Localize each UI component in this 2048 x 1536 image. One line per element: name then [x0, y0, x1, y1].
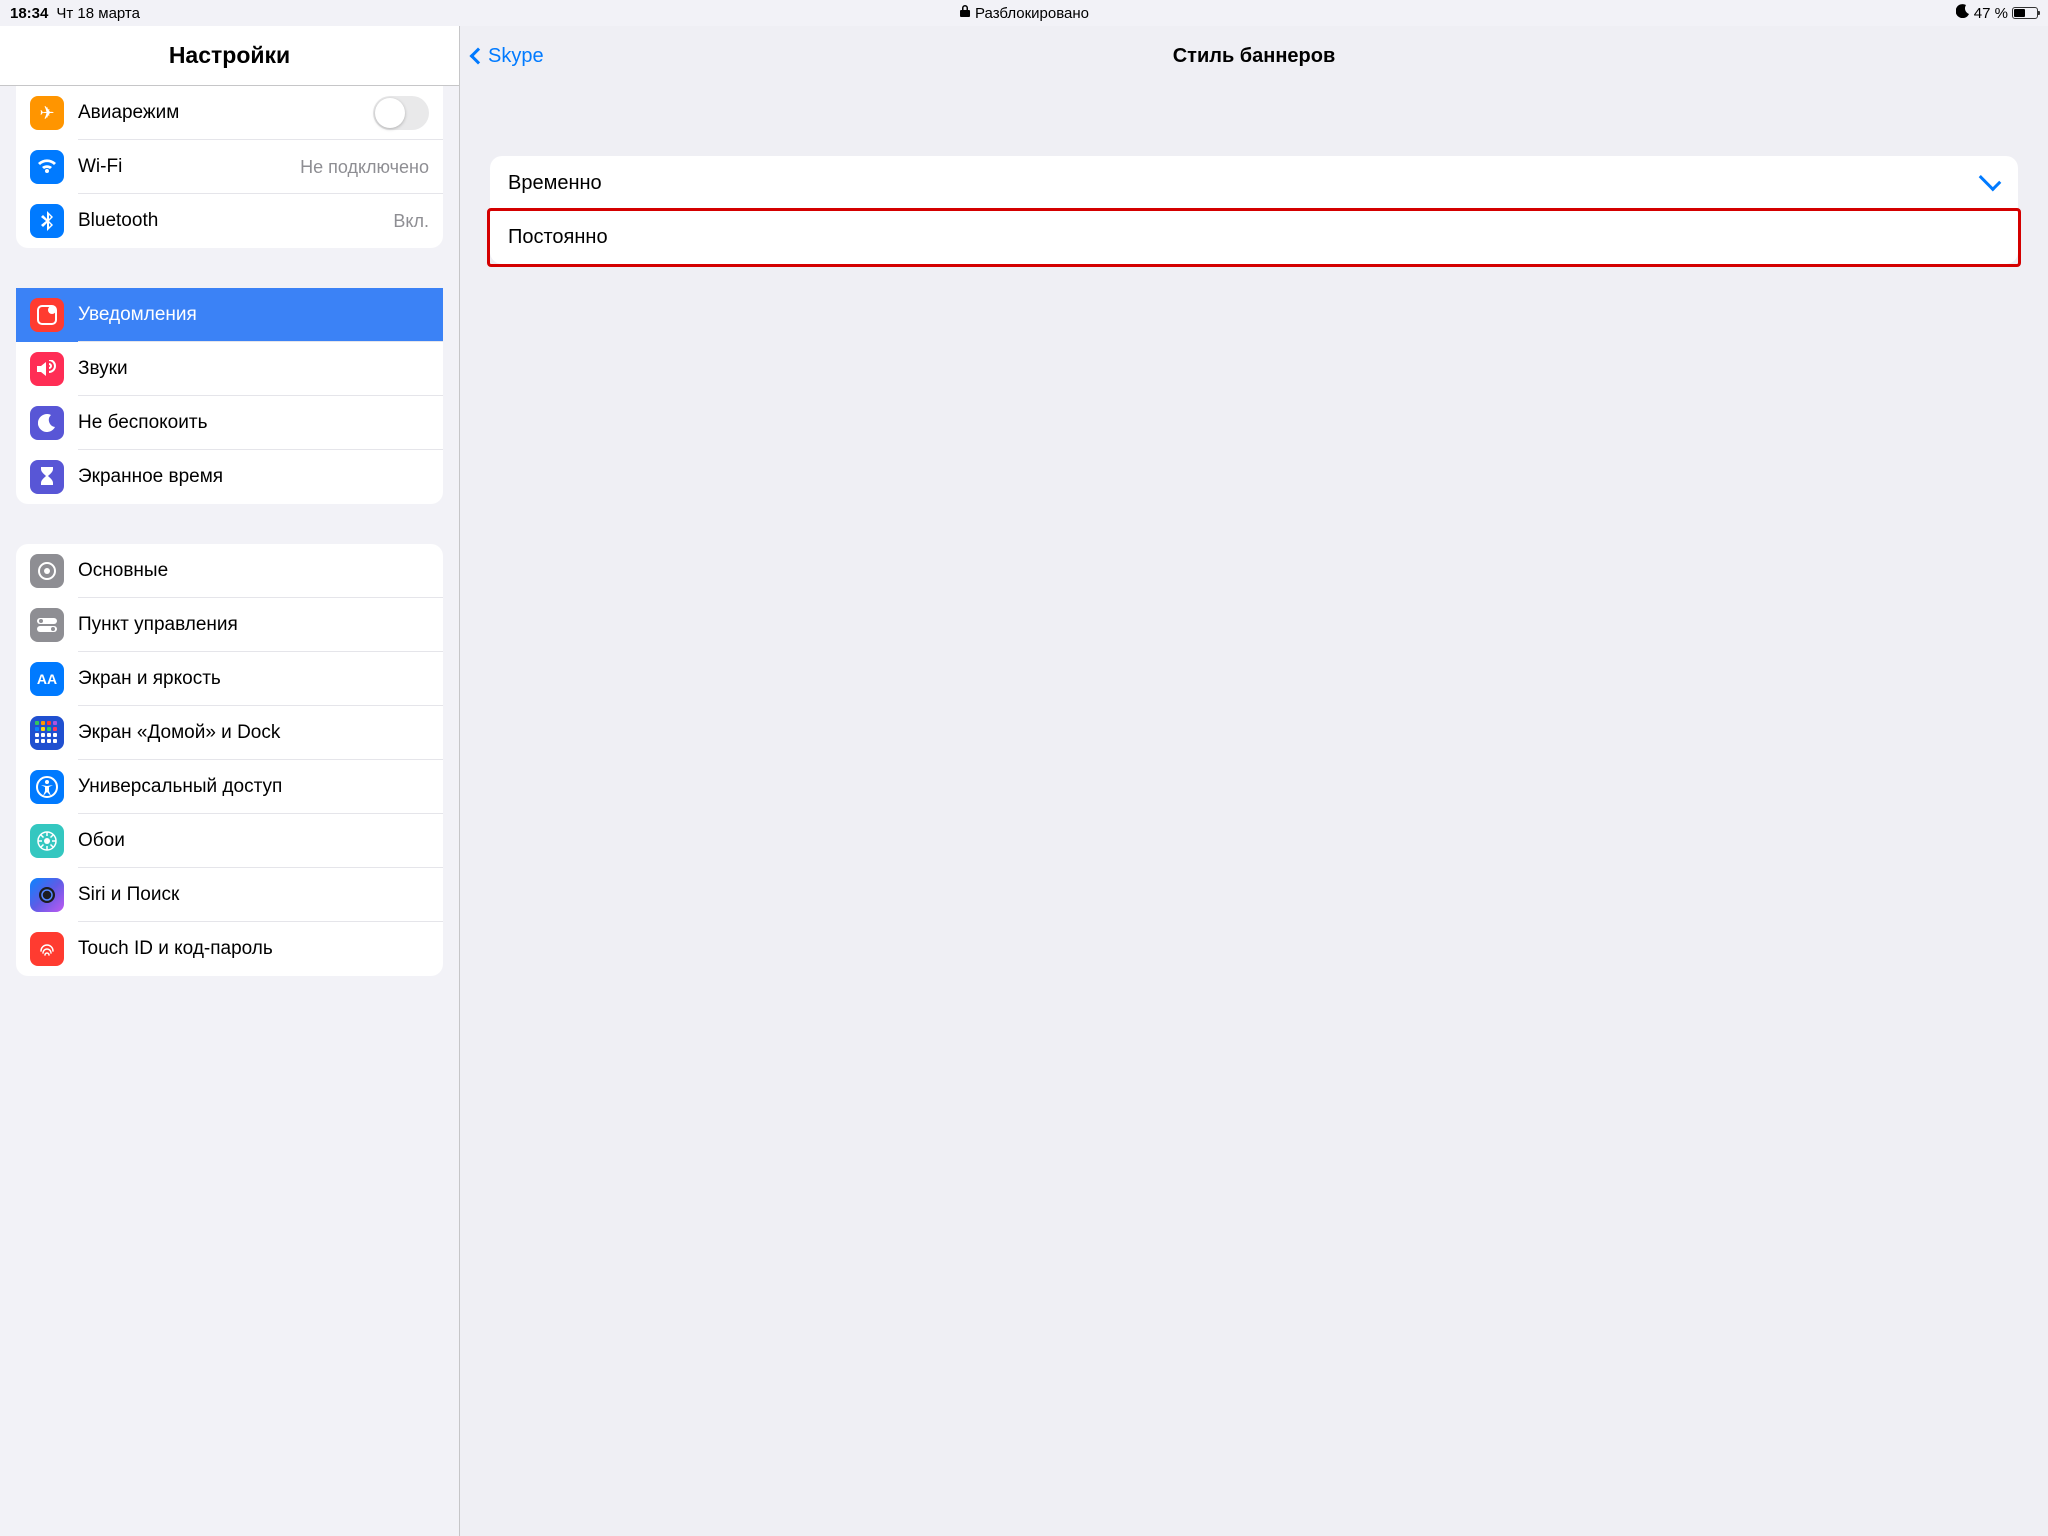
fingerprint-icon [30, 932, 64, 966]
lock-icon [959, 4, 971, 22]
moon-icon [30, 406, 64, 440]
row-label: Не беспокоить [78, 412, 429, 434]
row-home[interactable]: Экран «Домой» и Dock [16, 706, 443, 760]
status-bar: 18:34 Чт 18 марта Разблокировано 47 % [0, 0, 2048, 26]
siri-icon [30, 878, 64, 912]
status-battery-pct: 47 % [1974, 5, 2008, 22]
gear-icon [30, 554, 64, 588]
wallpaper-icon [30, 824, 64, 858]
row-notifications[interactable]: Уведомления [16, 288, 443, 342]
row-airplane[interactable]: ✈ Авиарежим [16, 86, 443, 140]
row-label: Универсальный доступ [78, 776, 429, 798]
row-siri[interactable]: Siri и Поиск [16, 868, 443, 922]
notifications-icon [30, 298, 64, 332]
row-screentime[interactable]: Экранное время [16, 450, 443, 504]
text-size-icon: AA [30, 662, 64, 696]
row-detail: Не подключено [300, 157, 429, 178]
row-label: Touch ID и код-пароль [78, 938, 429, 960]
row-label: Основные [78, 560, 429, 582]
row-wallpaper[interactable]: Обои [16, 814, 443, 868]
bluetooth-icon [30, 204, 64, 238]
row-bluetooth[interactable]: Bluetooth Вкл. [16, 194, 443, 248]
accessibility-icon [30, 770, 64, 804]
airplane-icon: ✈ [30, 96, 64, 130]
home-grid-icon [30, 716, 64, 750]
option-label: Постоянно [508, 226, 2000, 249]
row-display[interactable]: AA Экран и яркость [16, 652, 443, 706]
row-label: Уведомления [78, 304, 429, 326]
row-label: Экранное время [78, 466, 429, 488]
hourglass-icon [30, 460, 64, 494]
banner-style-options: Временно Постоянно [490, 156, 2018, 264]
back-button[interactable]: Skype [472, 45, 544, 68]
option-label: Временно [508, 172, 1980, 195]
row-wifi[interactable]: Wi-Fi Не подключено [16, 140, 443, 194]
option-persistent[interactable]: Постоянно [490, 210, 2018, 264]
row-touchid[interactable]: Touch ID и код-пароль [16, 922, 443, 976]
detail-pane: Skype Стиль баннеров Временно Постоянно [460, 26, 2048, 1536]
row-detail: Вкл. [393, 211, 429, 232]
row-label: Экран и яркость [78, 668, 429, 690]
settings-group-connectivity: ✈ Авиарежим Wi-Fi Не подключено Bluetoot… [16, 86, 443, 248]
row-dnd[interactable]: Не беспокоить [16, 396, 443, 450]
detail-title: Стиль баннеров [1173, 45, 1336, 68]
row-accessibility[interactable]: Универсальный доступ [16, 760, 443, 814]
row-controlcenter[interactable]: Пункт управления [16, 598, 443, 652]
back-label: Skype [488, 45, 544, 68]
row-label: Авиарежим [78, 102, 373, 124]
settings-group-general: Основные Пункт управления AA Экран и ярк… [16, 544, 443, 976]
row-label: Bluetooth [78, 210, 393, 232]
chevron-left-icon [470, 48, 487, 65]
detail-navbar: Skype Стиль баннеров [460, 26, 2048, 86]
airplane-toggle[interactable] [373, 96, 429, 130]
row-label: Звуки [78, 358, 429, 380]
battery-icon [2012, 7, 2038, 19]
sounds-icon [30, 352, 64, 386]
toggles-icon [30, 608, 64, 642]
status-lock-label: Разблокировано [975, 5, 1089, 22]
settings-sidebar: Настройки ✈ Авиарежим Wi-Fi Не подключен… [0, 26, 460, 1536]
row-sounds[interactable]: Звуки [16, 342, 443, 396]
row-label: Экран «Домой» и Dock [78, 722, 429, 744]
wifi-icon [30, 150, 64, 184]
moon-icon [1956, 4, 1970, 22]
row-label: Обои [78, 830, 429, 852]
row-label: Wi-Fi [78, 156, 300, 178]
status-date: Чт 18 марта [56, 5, 140, 22]
option-temporary[interactable]: Временно [490, 156, 2018, 210]
checkmark-icon [1979, 169, 2002, 192]
row-label: Пункт управления [78, 614, 429, 636]
settings-title: Настройки [0, 26, 459, 86]
settings-group-notifications: Уведомления Звуки Не беспокоить Экранное… [16, 288, 443, 504]
row-general[interactable]: Основные [16, 544, 443, 598]
row-label: Siri и Поиск [78, 884, 429, 906]
status-time: 18:34 [10, 5, 48, 22]
